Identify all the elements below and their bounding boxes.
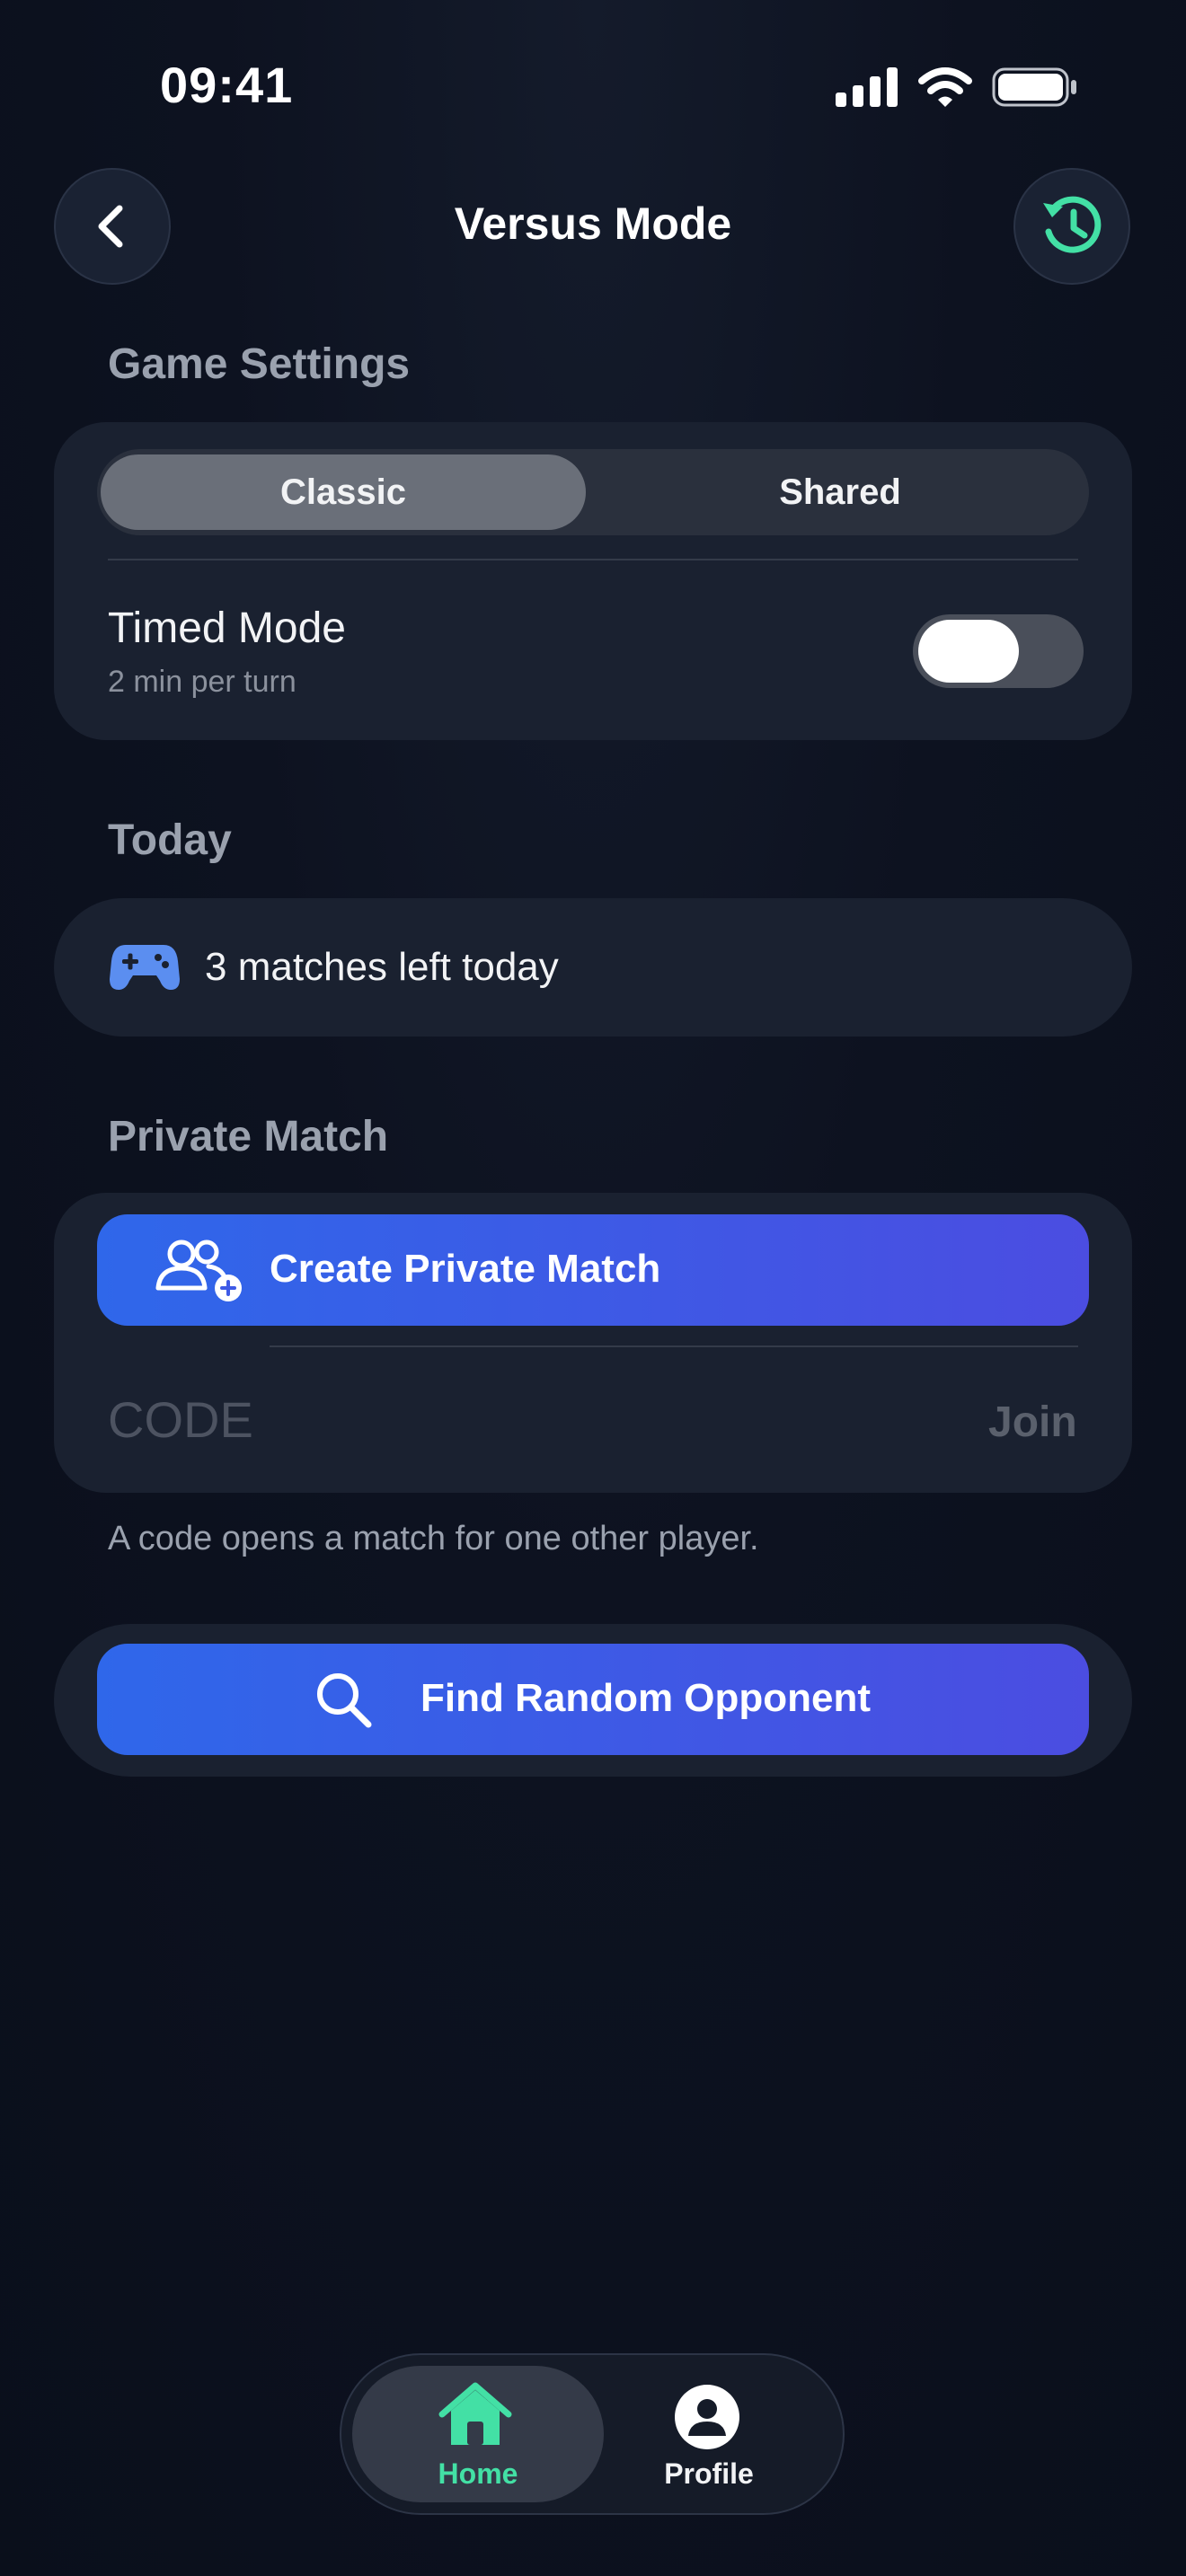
gamepad-icon bbox=[110, 941, 180, 996]
page-title: Versus Mode bbox=[454, 198, 732, 249]
settings-divider bbox=[108, 559, 1078, 560]
segment-classic[interactable]: Classic bbox=[101, 472, 586, 513]
code-input[interactable]: CODE bbox=[108, 1390, 737, 1453]
history-icon bbox=[1043, 196, 1102, 253]
timed-mode-title: Timed Mode bbox=[108, 604, 346, 652]
join-button[interactable]: Join bbox=[988, 1398, 1077, 1447]
add-users-icon bbox=[155, 1236, 244, 1309]
wifi-icon bbox=[918, 67, 972, 107]
private-match-title: Private Match bbox=[108, 1113, 389, 1160]
segment-shared[interactable]: Shared bbox=[595, 472, 1085, 513]
status-time: 09:41 bbox=[160, 57, 294, 113]
find-random-opponent-label: Find Random Opponent bbox=[420, 1676, 872, 1720]
status-icons bbox=[836, 65, 1078, 110]
today-title: Today bbox=[108, 816, 232, 864]
timed-mode-subtitle: 2 min per turn bbox=[108, 665, 296, 699]
matches-left-text: 3 matches left today bbox=[205, 945, 559, 989]
tab-profile-label: Profile bbox=[664, 2457, 754, 2490]
game-settings-title: Game Settings bbox=[108, 340, 411, 388]
create-private-match-label: Create Private Match bbox=[270, 1247, 661, 1291]
history-button[interactable] bbox=[1013, 168, 1130, 285]
battery-icon bbox=[992, 67, 1076, 107]
private-match-divider bbox=[270, 1345, 1078, 1347]
signal-icon bbox=[836, 67, 898, 107]
home-icon bbox=[437, 2380, 514, 2453]
toggle-knob bbox=[918, 620, 1019, 683]
profile-icon bbox=[674, 2384, 740, 2455]
tab-home-label: Home bbox=[438, 2457, 518, 2490]
search-icon bbox=[314, 1671, 374, 1734]
private-match-note: A code opens a match for one other playe… bbox=[108, 1520, 759, 1557]
